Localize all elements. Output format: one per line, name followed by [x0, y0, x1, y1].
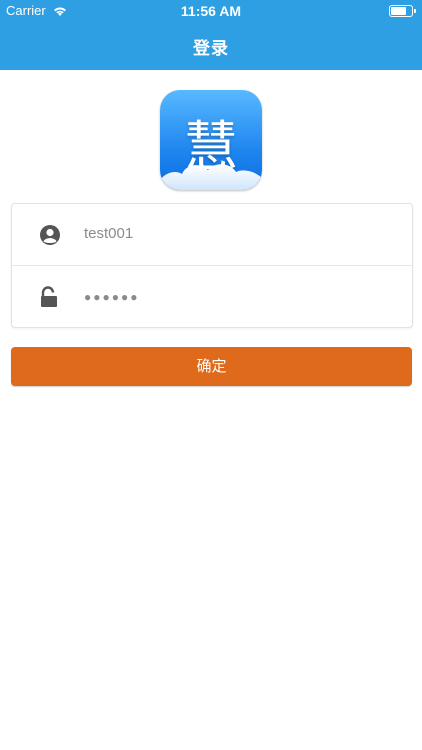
password-field[interactable]: ●●●●●●: [84, 290, 140, 304]
page-title: 登录: [193, 39, 229, 58]
battery-icon: [389, 5, 416, 17]
cloud-icon: [160, 164, 262, 190]
username-row[interactable]: test001: [12, 204, 412, 266]
password-row[interactable]: ●●●●●●: [12, 266, 412, 327]
login-form: test001 ●●●●●●: [11, 203, 413, 328]
username-field[interactable]: test001: [84, 225, 133, 242]
unlock-icon: [39, 286, 61, 308]
battery-level: [391, 7, 407, 15]
status-time: 11:56 AM: [180, 3, 242, 19]
confirm-button[interactable]: 确定: [11, 347, 412, 386]
user-icon: [39, 224, 61, 246]
app-logo: 慧: [160, 90, 262, 190]
status-bar: Carrier 11:56 AM: [0, 0, 422, 22]
top-bar: Carrier 11:56 AM 登录: [0, 0, 422, 70]
